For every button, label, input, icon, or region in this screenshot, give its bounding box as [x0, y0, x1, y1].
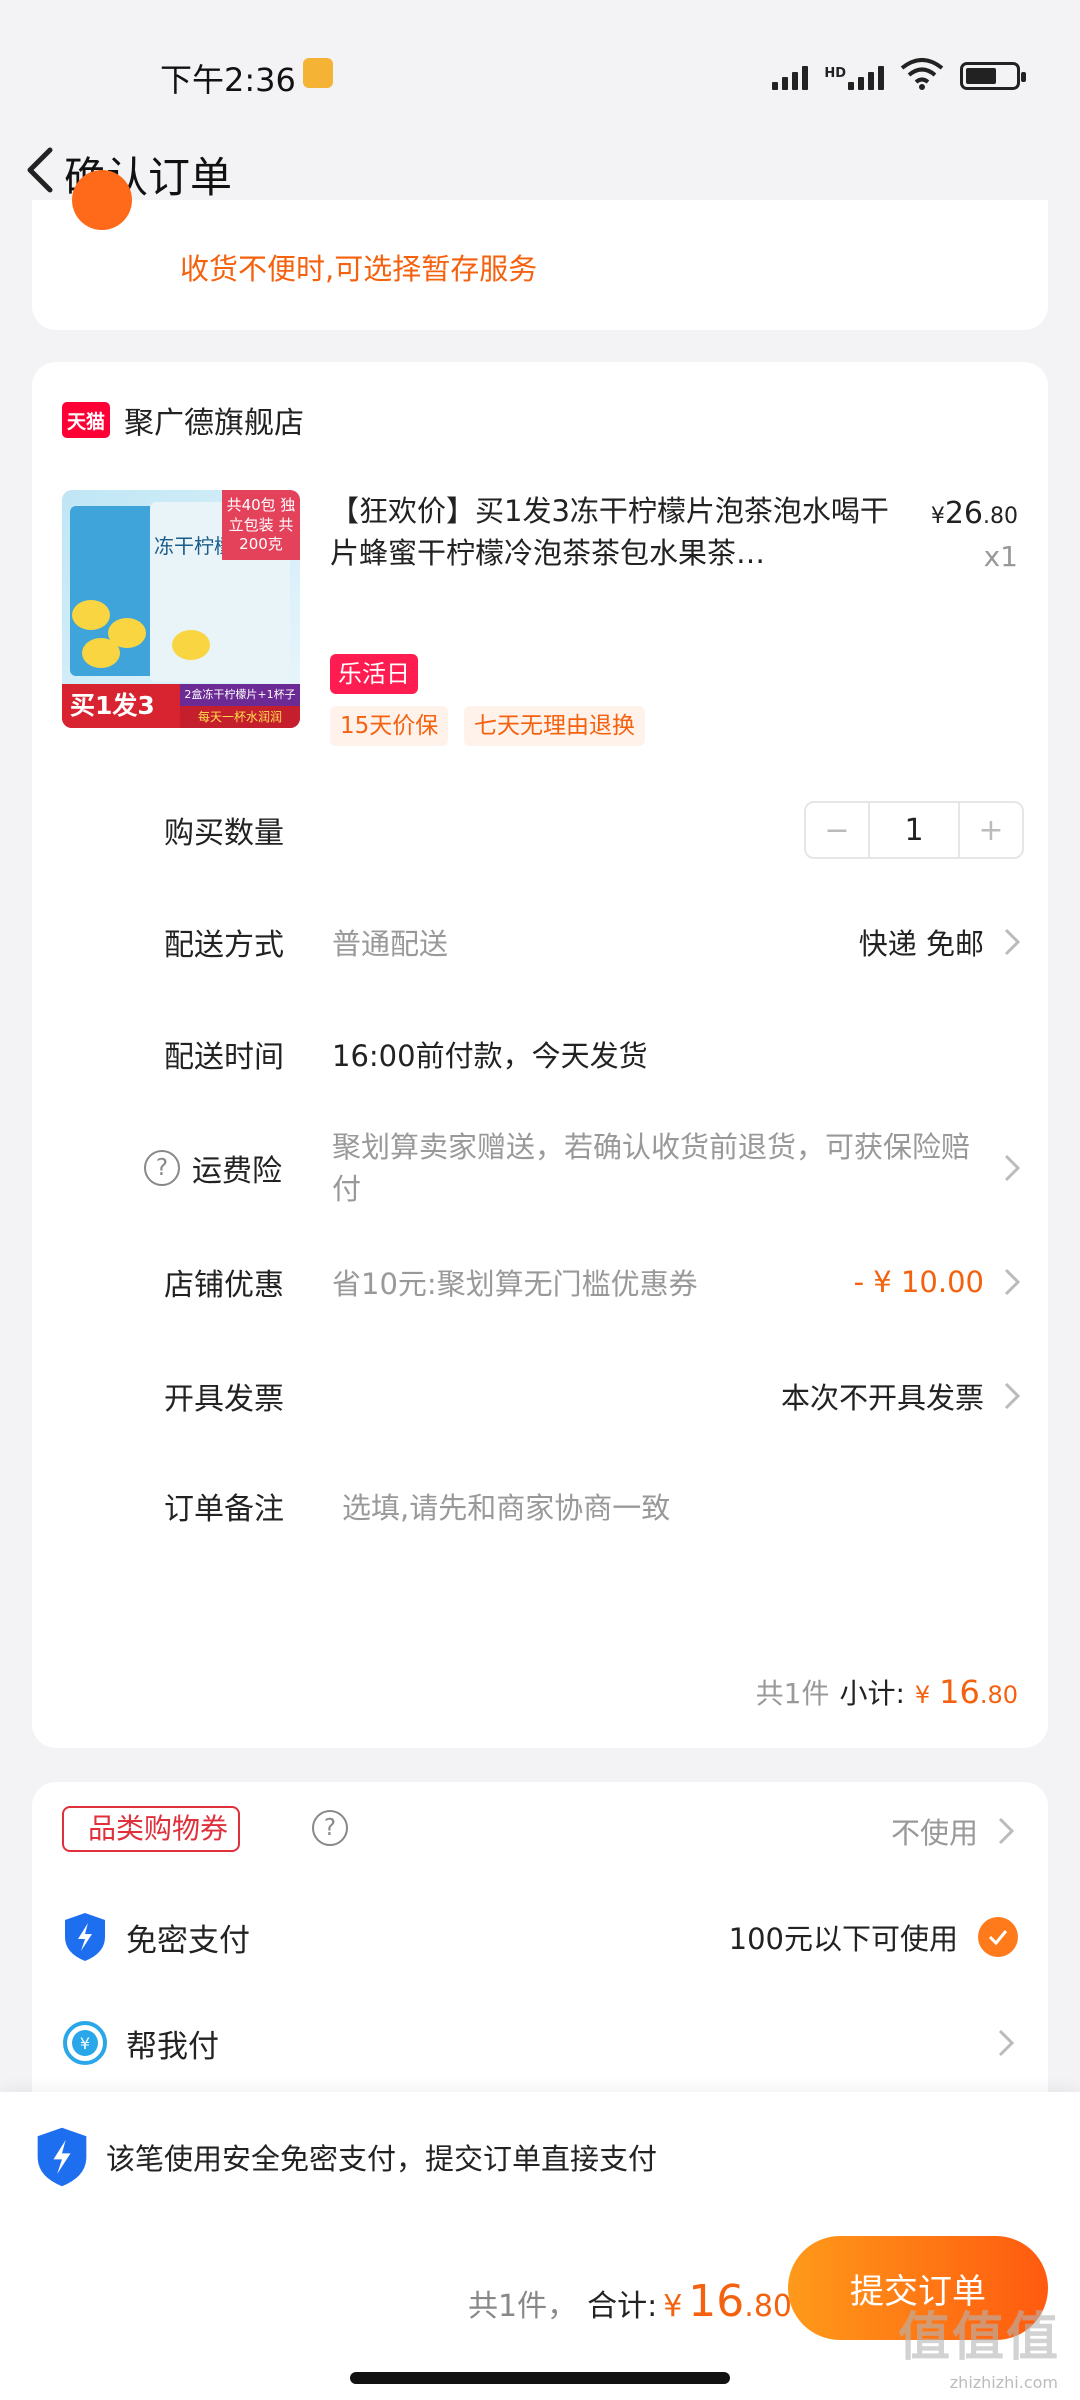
total-label: 合计:: [587, 2289, 658, 2324]
signal-hd-icon: HD: [824, 66, 884, 90]
order-note-row: 订单备注 选填,请先和商家协商一致: [164, 1466, 1024, 1546]
thumb-buy-label: 买1发3: [62, 684, 163, 728]
invoice-row[interactable]: 开具发票 本次不开具发票: [164, 1356, 1024, 1436]
subtotal: 共1件 小计: ¥ 16.80: [756, 1672, 1018, 1712]
wifi-icon: [900, 58, 944, 90]
store-header[interactable]: 天猫 聚广德旗舰店: [62, 398, 304, 442]
invoice-label: 开具发票: [164, 1382, 284, 1417]
quantity-stepper: − 1 +: [804, 801, 1024, 859]
svg-text:¥: ¥: [80, 2034, 90, 2053]
coupon-help-icon[interactable]: ?: [312, 1810, 348, 1846]
order-note-input[interactable]: 选填,请先和商家协商一致: [332, 1485, 1024, 1527]
coupon-row[interactable]: 不使用: [652, 1806, 1018, 1856]
thumb-corner-label: 共40包 独立包装 共200克: [222, 490, 300, 560]
store-name: 聚广德旗舰店: [124, 406, 304, 441]
chevron-right-icon: [1004, 1268, 1021, 1296]
chevron-right-icon: [1004, 1382, 1021, 1410]
event-tag: 乐活日: [330, 654, 418, 694]
total-amount: 16: [688, 2276, 745, 2327]
watermark-url: zhizhizhi.com: [949, 2373, 1058, 2392]
insurance-sub: 聚划算卖家赠送，若确认收货前退货，可获保险赔付: [332, 1130, 971, 1206]
payment-card: 品类购物券 ? 不使用 免密支付 100元以下可使用 ¥ 帮我付: [32, 1782, 1048, 2102]
shipping-label: 配送方式: [164, 928, 284, 963]
home-indicator[interactable]: [350, 2372, 730, 2384]
decrease-button[interactable]: −: [806, 803, 868, 857]
quantity-label: 购买数量: [164, 816, 284, 851]
thumb-promo-label: 2盒冻干柠檬片+1杯子: [180, 684, 300, 706]
help-pay-icon: ¥: [63, 2021, 107, 2065]
tmall-badge: 天猫: [62, 402, 110, 438]
checkmark-icon[interactable]: [978, 1917, 1018, 1957]
insurance-label: 运费险: [192, 1154, 282, 1189]
watermark: 值值值: [897, 2308, 1060, 2368]
quantity-row: 购买数量 − 1 +: [164, 790, 1024, 870]
order-note-label: 订单备注: [164, 1492, 284, 1527]
delivery-time-value: 16:00前付款，今天发货: [332, 1039, 648, 1073]
total-count: 共1件，: [467, 2289, 578, 2324]
shield-lightning-icon: [37, 2127, 87, 2187]
hd-label: HD: [824, 66, 846, 81]
discount-sub: 省10元:聚划算无门槛优惠券: [332, 1267, 698, 1301]
notification-icon: [303, 58, 333, 88]
subtotal-count: 共1件: [755, 1677, 830, 1710]
product-quantity: x1: [983, 540, 1018, 573]
shipping-sub: 普通配送: [332, 927, 449, 961]
location-icon: [72, 170, 132, 230]
coupon-value: 不使用: [890, 1816, 978, 1850]
discount-label: 店铺优惠: [164, 1268, 284, 1303]
service-tag-return: 七天无理由退换: [464, 706, 645, 746]
status-time: 下午2:36: [160, 61, 296, 99]
help-pay-row[interactable]: ¥ 帮我付: [62, 2008, 1018, 2078]
service-tag-price-protect: 15天价保: [330, 706, 449, 746]
secure-pay-bar: 该笔使用安全免密支付，提交订单直接支付: [0, 2092, 1080, 2222]
shipping-value: 快递 免邮: [858, 927, 984, 961]
discount-value: - ¥ 10.00: [853, 1265, 984, 1299]
no-password-pay-value: 100元以下可使用: [728, 1922, 958, 1956]
delivery-time-row: 配送时间 16:00前付款，今天发货: [164, 1014, 1024, 1094]
help-icon[interactable]: ?: [144, 1150, 180, 1186]
secure-pay-text: 该笔使用安全免密支付，提交订单直接支付: [106, 2142, 658, 2176]
subtotal-label: 小计:: [839, 1677, 905, 1710]
no-password-pay-row[interactable]: 免密支付 100元以下可使用: [62, 1902, 1018, 1972]
delivery-notice-card: 收货不便时,可选择暂存服务: [32, 170, 1048, 330]
chevron-right-icon: [998, 1817, 1015, 1845]
checkout-bar: 共1件， 合计: ¥ 16 .80 提交订单 值值值 zhizhizhi.com: [0, 2222, 1080, 2400]
quantity-value[interactable]: 1: [868, 803, 960, 857]
chevron-right-icon: [1004, 928, 1021, 956]
category-coupon-tag: 品类购物券: [62, 1806, 241, 1852]
product-price: ¥26.80: [930, 496, 1018, 531]
battery-icon: [960, 62, 1026, 90]
delivery-time-label: 配送时间: [164, 1040, 284, 1075]
shipping-method-row[interactable]: 配送方式 普通配送 快递 免邮: [164, 902, 1024, 982]
status-icons: HD: [772, 58, 1026, 90]
product-thumbnail[interactable]: 冻干柠檬 共40包 独立包装 共200克 买1发3 2盒冻干柠檬片+1杯子 每天…: [62, 490, 300, 728]
store-order-card: 天猫 聚广德旗舰店 冻干柠檬 共40包 独立包装 共200克 买1发3 2盒冻干…: [32, 362, 1048, 1748]
shield-lightning-icon: [65, 1913, 105, 1961]
status-bar: 下午2:36 HD: [0, 0, 1080, 140]
invoice-value: 本次不开具发票: [780, 1381, 984, 1415]
no-password-pay-label: 免密支付: [126, 1922, 250, 1959]
subtotal-amount: ¥ 16.80: [914, 1673, 1018, 1711]
signal-icon: [772, 66, 809, 90]
chevron-right-icon: [998, 2029, 1015, 2057]
storage-service-notice[interactable]: 收货不便时,可选择暂存服务: [180, 246, 537, 288]
help-pay-label: 帮我付: [126, 2028, 219, 2065]
store-discount-row[interactable]: 店铺优惠 省10元:聚划算无门槛优惠券 - ¥ 10.00: [164, 1242, 1024, 1322]
back-icon[interactable]: [20, 144, 60, 196]
chevron-right-icon: [1004, 1154, 1021, 1182]
shipping-insurance-row[interactable]: ? 运费险 聚划算卖家赠送，若确认收货前退货，可获保险赔付: [144, 1118, 1024, 1218]
product-title[interactable]: 【狂欢价】买1发3冻干柠檬片泡茶泡水喝干片蜂蜜干柠檬冷泡茶茶包水果茶…: [330, 490, 890, 574]
order-total: 共1件， 合计: ¥ 16 .80: [467, 2276, 792, 2327]
increase-button[interactable]: +: [960, 803, 1022, 857]
thumb-slogan: 每天一杯水润润: [180, 706, 300, 728]
